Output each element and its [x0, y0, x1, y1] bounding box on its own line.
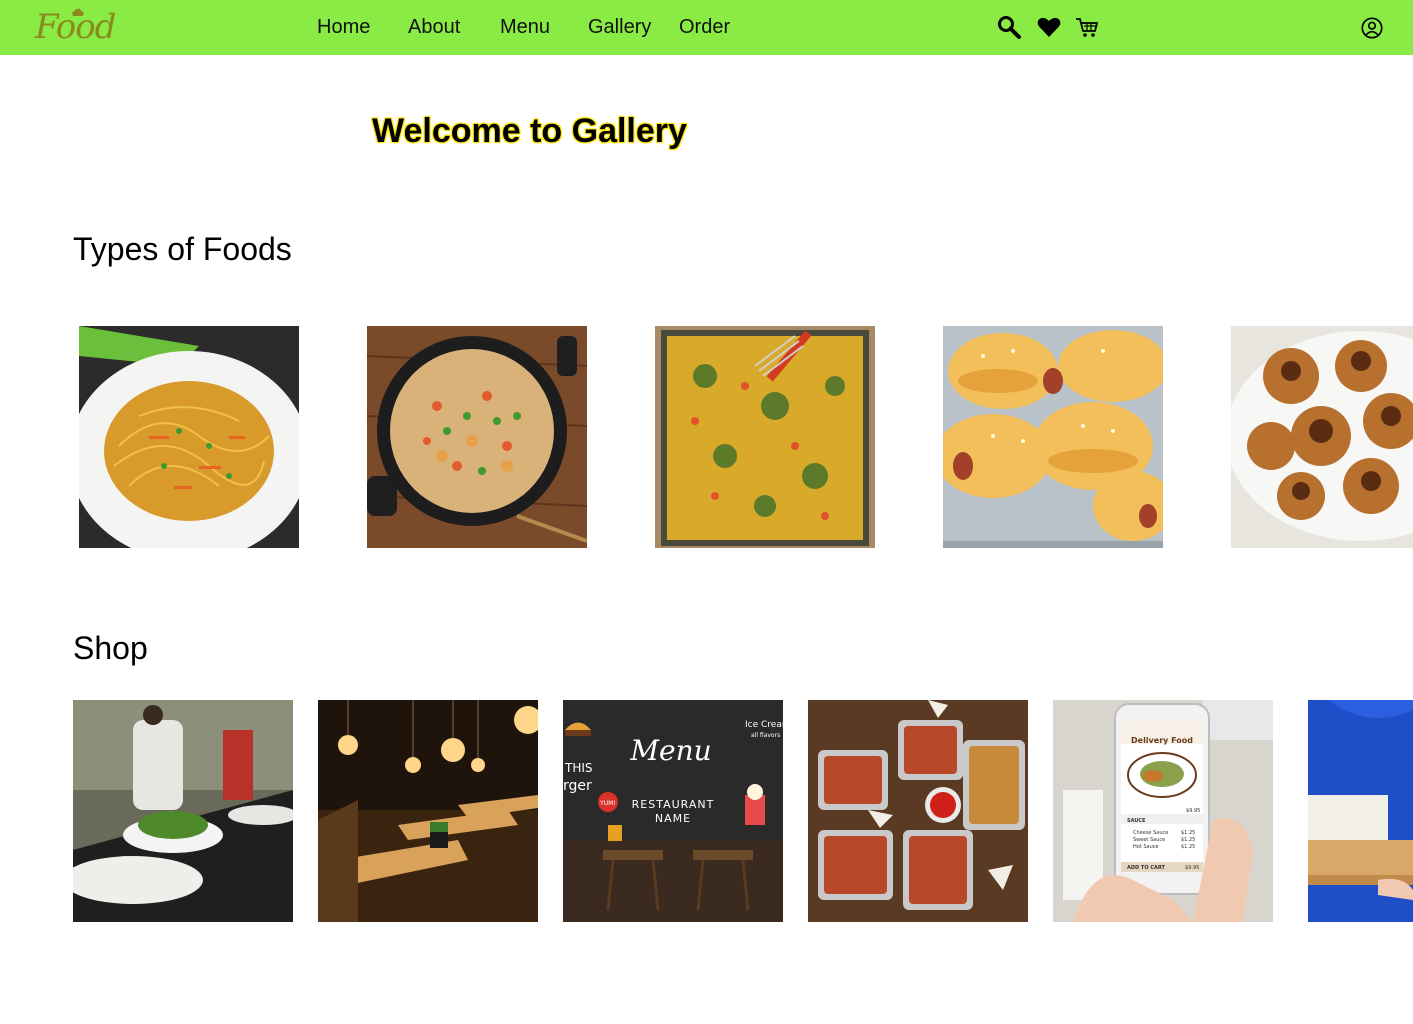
- page-title: Welcome to Gallery: [372, 112, 687, 150]
- menu-board-flavors: all flavors: [751, 732, 780, 739]
- takeaway-trays-image: [808, 700, 1028, 922]
- dining-room-image: [318, 700, 538, 922]
- food-card-sausage-buns[interactable]: [943, 326, 1163, 548]
- fried-rice-image: [367, 326, 587, 548]
- menu-board-this: THIS: [564, 761, 593, 775]
- food-card-frittata[interactable]: [655, 326, 875, 548]
- app-hot-sauce: Hot Sauce: [1133, 844, 1159, 850]
- menu-board-yum: YUM!: [599, 800, 616, 807]
- menu-board-burger: rger: [563, 778, 592, 794]
- menu-board-name: NAME: [655, 812, 691, 825]
- pecan-rolls-image: [1231, 326, 1413, 548]
- menu-board-title: Menu: [629, 734, 711, 767]
- top-navbar: Food Home About Menu Gallery Order: [0, 0, 1413, 55]
- app-title: Delivery Food: [1131, 736, 1193, 745]
- shop-card-takeaway-trays[interactable]: [808, 700, 1028, 922]
- menu-board-ice-cream: Ice Cream: [745, 720, 783, 730]
- shop-card-delivery-courier[interactable]: [1308, 700, 1413, 922]
- frittata-image: [655, 326, 875, 548]
- noodles-image: [79, 326, 299, 548]
- nav-order[interactable]: Order: [679, 15, 730, 39]
- food-card-fried-rice[interactable]: [367, 326, 587, 548]
- app-price-top: $9.95: [1186, 808, 1200, 814]
- nav-menu[interactable]: Menu: [500, 15, 550, 39]
- sausage-buns-image: [943, 326, 1163, 548]
- app-price-3: $1.25: [1181, 844, 1195, 850]
- food-card-pecan-rolls[interactable]: [1231, 326, 1413, 548]
- user-icon[interactable]: [1360, 16, 1386, 42]
- heart-icon[interactable]: [1036, 14, 1062, 40]
- app-sweet-sauce: Sweet Sauce: [1133, 837, 1165, 843]
- menu-board-image: Menu RESTAURANT NAME THIS rger Ice Cream…: [563, 700, 783, 922]
- types-of-foods-heading: Types of Foods: [73, 231, 292, 267]
- nav-home[interactable]: Home: [317, 15, 370, 39]
- app-cart-price: $9.95: [1185, 865, 1199, 871]
- search-icon[interactable]: [996, 14, 1022, 40]
- shop-card-delivery-app[interactable]: Delivery Food SAUCE $9.95 Cheese Sauce S…: [1053, 700, 1273, 922]
- app-add-to-cart: ADD TO CART: [1127, 865, 1165, 871]
- app-price-2: $1.25: [1181, 837, 1195, 843]
- chef-hat-icon: [72, 8, 84, 16]
- shop-card-kitchen[interactable]: [73, 700, 293, 922]
- menu-board-restaurant: RESTAURANT: [632, 798, 715, 811]
- app-price-1: $1.25: [1181, 830, 1195, 836]
- delivery-app-image: Delivery Food SAUCE $9.95 Cheese Sauce S…: [1053, 700, 1273, 922]
- shop-card-menu-board[interactable]: Menu RESTAURANT NAME THIS rger Ice Cream…: [563, 700, 783, 922]
- app-sauce-label: SAUCE: [1127, 818, 1146, 824]
- nav-about[interactable]: About: [408, 15, 460, 39]
- food-card-noodles[interactable]: [79, 326, 299, 548]
- shop-heading: Shop: [73, 630, 148, 666]
- shop-card-dining-room[interactable]: [318, 700, 538, 922]
- delivery-courier-image: [1308, 700, 1413, 922]
- app-cheese-sauce: Cheese Sauce: [1133, 830, 1168, 836]
- nav-gallery[interactable]: Gallery: [588, 15, 651, 39]
- kitchen-image: [73, 700, 293, 922]
- brand-logo[interactable]: Food: [33, 8, 117, 48]
- cart-icon[interactable]: [1074, 14, 1100, 40]
